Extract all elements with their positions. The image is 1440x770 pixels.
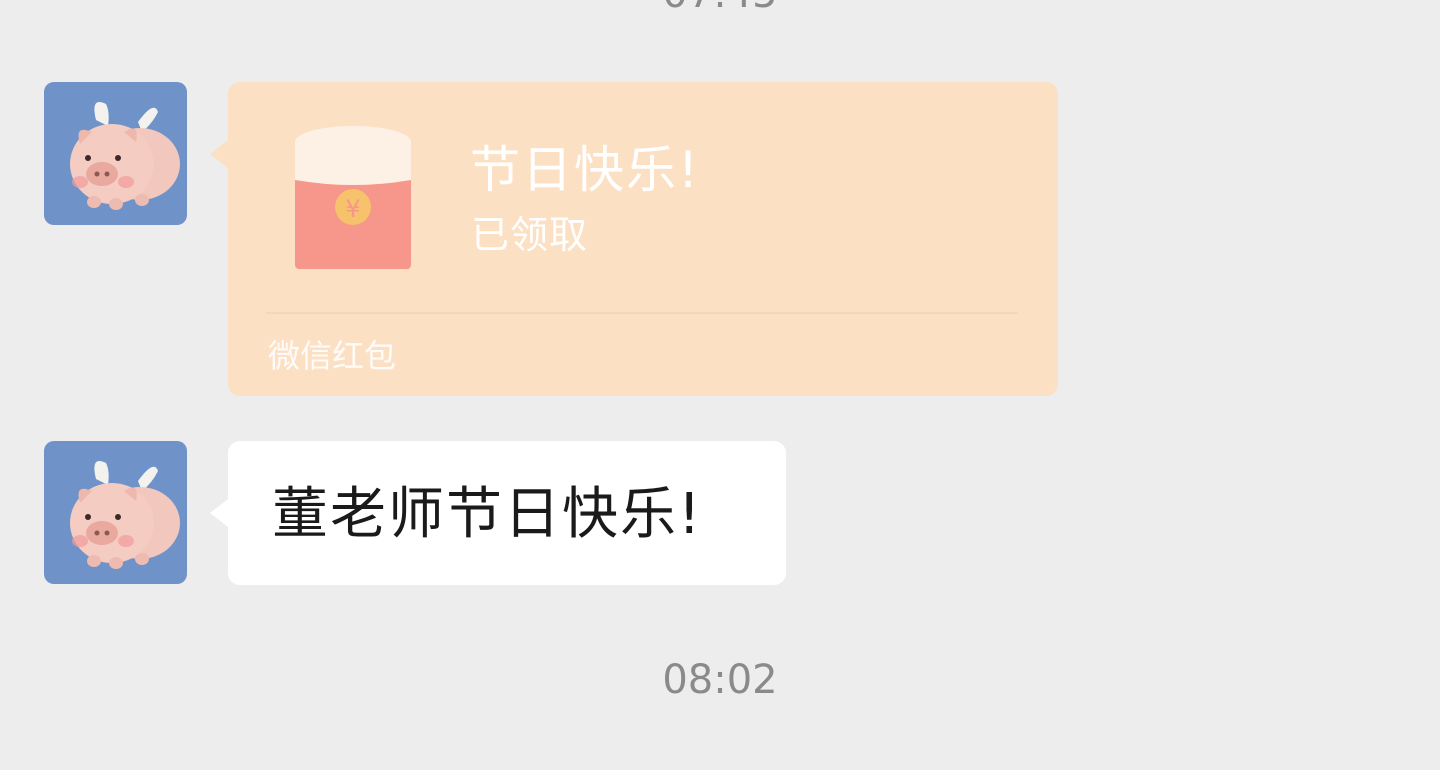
- timestamp-bottom: 08:02: [662, 657, 778, 703]
- flying-pig-avatar-icon: [44, 441, 187, 584]
- flying-pig-avatar-icon: [44, 82, 187, 225]
- timestamp-top: 07:45: [0, 0, 1440, 18]
- bubble-tail: [210, 499, 228, 527]
- red-envelope-icon: ¥: [294, 124, 412, 274]
- currency-symbol: ¥: [345, 195, 360, 223]
- text-message-bubble[interactable]: 董老师节日快乐!: [210, 441, 786, 585]
- divider: [266, 312, 1018, 314]
- sender-avatar[interactable]: [44, 82, 187, 225]
- red-packet-message[interactable]: ¥ 节日快乐! 已领取 微信红包: [210, 82, 1058, 396]
- sender-avatar[interactable]: [44, 441, 187, 584]
- message-text: 董老师节日快乐!: [272, 482, 703, 547]
- red-packet-footer-label: 微信红包: [268, 337, 397, 375]
- bubble-tail: [210, 140, 228, 168]
- red-packet-status: 已领取: [471, 213, 589, 257]
- red-packet-title: 节日快乐!: [470, 141, 701, 199]
